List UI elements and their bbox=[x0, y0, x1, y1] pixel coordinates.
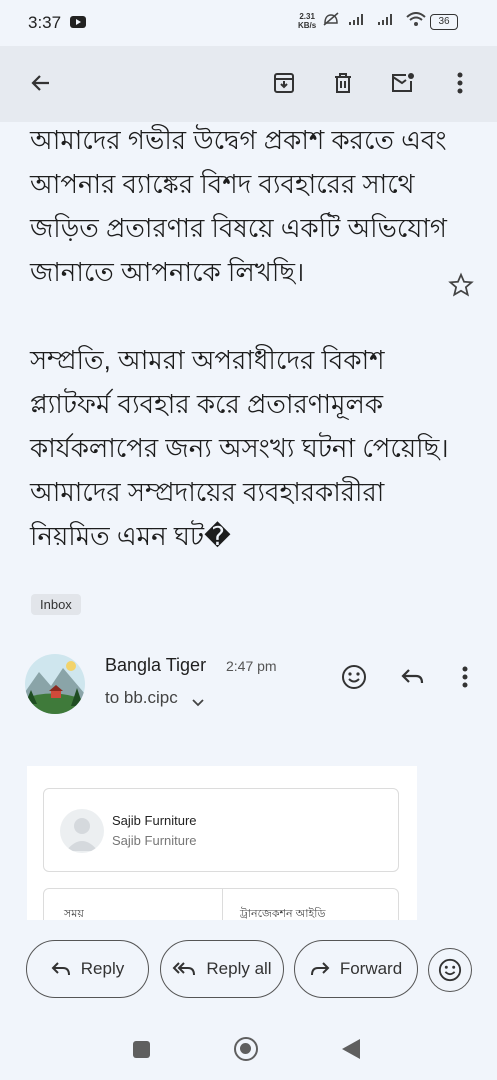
archive-icon bbox=[274, 73, 294, 93]
email-html-content: Sajib Furniture Sajib Furniture সময় ট্র… bbox=[27, 766, 417, 920]
message-more-button[interactable] bbox=[450, 662, 480, 692]
inbox-label-chip[interactable]: Inbox bbox=[31, 594, 81, 615]
reply-all-button[interactable]: Reply all bbox=[160, 940, 284, 998]
wifi-icon bbox=[405, 12, 426, 26]
sender-row: Bangla Tiger 2:47 pm to bb.cipc bbox=[0, 650, 497, 720]
reply-icon bbox=[51, 962, 70, 976]
signal-icon bbox=[349, 14, 364, 25]
recents-icon[interactable] bbox=[133, 1041, 150, 1058]
forward-icon bbox=[310, 962, 330, 976]
star-button[interactable] bbox=[448, 272, 474, 303]
react-emoji-button[interactable] bbox=[428, 948, 472, 992]
net-speed: 2.31 KB/s bbox=[298, 12, 316, 30]
more-vert-icon bbox=[462, 666, 468, 688]
email-body: আমাদের গভীর উদ্বেগ প্রকাশ করতে এবং আপনার… bbox=[30, 118, 450, 602]
battery-icon: 36 bbox=[430, 14, 458, 30]
net-speed-unit: KB/s bbox=[298, 21, 317, 30]
avatar-landscape-image bbox=[25, 654, 85, 714]
chevron-down-icon[interactable] bbox=[192, 694, 204, 712]
status-bar: 3:37 2.31 KB/s 36 bbox=[0, 0, 497, 46]
forward-button[interactable]: Forward bbox=[294, 940, 418, 998]
table-divider bbox=[222, 889, 223, 920]
mark-unread-button[interactable] bbox=[388, 68, 418, 98]
reply-button[interactable]: Reply bbox=[26, 940, 149, 998]
merchant-subtitle: Sajib Furniture bbox=[112, 833, 197, 848]
merchant-avatar bbox=[60, 809, 104, 853]
forward-button-label: Forward bbox=[339, 959, 403, 978]
reply-icon bbox=[401, 669, 424, 684]
star-icon bbox=[448, 272, 474, 297]
back-button[interactable] bbox=[26, 68, 56, 98]
email-paragraph-1: আমাদের গভীর উদ্বেগ প্রকাশ করতে এবং আপনার… bbox=[30, 125, 447, 287]
more-vert-icon bbox=[457, 72, 463, 94]
reply-all-button-label: Reply all bbox=[206, 959, 272, 978]
email-paragraph-2: সম্প্রতি, আমরা অপরাধীদের বিকাশ প্ল্যাটফর… bbox=[30, 345, 449, 551]
back-triangle-icon[interactable] bbox=[342, 1039, 360, 1059]
reply-all-icon bbox=[172, 962, 196, 976]
reply-button-label: Reply bbox=[80, 959, 125, 978]
signal-icon bbox=[378, 14, 393, 25]
system-nav-bar bbox=[0, 1024, 497, 1080]
time-column-header: সময় bbox=[64, 908, 84, 920]
signal-icons bbox=[322, 12, 426, 30]
delete-button[interactable] bbox=[328, 68, 358, 98]
emoji-icon bbox=[342, 665, 366, 689]
archive-button[interactable] bbox=[269, 68, 299, 98]
transaction-table: সময় ট্রানজেকশন আইডি bbox=[43, 888, 399, 920]
more-options-button[interactable] bbox=[445, 68, 475, 98]
status-time: 3:37 bbox=[28, 13, 62, 32]
delete-icon bbox=[335, 73, 351, 93]
emoji-icon bbox=[438, 958, 462, 982]
avatar[interactable] bbox=[25, 654, 85, 714]
sender-name[interactable]: Bangla Tiger bbox=[105, 655, 206, 676]
youtube-icon bbox=[70, 16, 86, 28]
person-icon bbox=[66, 818, 98, 851]
merchant-card: Sajib Furniture Sajib Furniture bbox=[43, 788, 399, 872]
merchant-name: Sajib Furniture bbox=[112, 813, 197, 828]
email-toolbar bbox=[0, 46, 497, 122]
reply-action-bar: Reply Reply all Forward bbox=[0, 920, 497, 1024]
reply-icon-button[interactable] bbox=[398, 662, 428, 692]
back-arrow-icon bbox=[31, 75, 49, 91]
net-speed-value: 2.31 bbox=[299, 12, 315, 21]
add-reaction-button[interactable] bbox=[339, 662, 369, 692]
sent-time: 2:47 pm bbox=[226, 658, 277, 674]
recipient-summary[interactable]: to bb.cipc bbox=[105, 688, 178, 708]
home-icon[interactable] bbox=[234, 1037, 258, 1061]
mark-unread-icon bbox=[392, 73, 414, 92]
transaction-id-column-header: ট্রানজেকশন আইডি bbox=[240, 908, 326, 920]
mute-icon bbox=[323, 12, 339, 26]
